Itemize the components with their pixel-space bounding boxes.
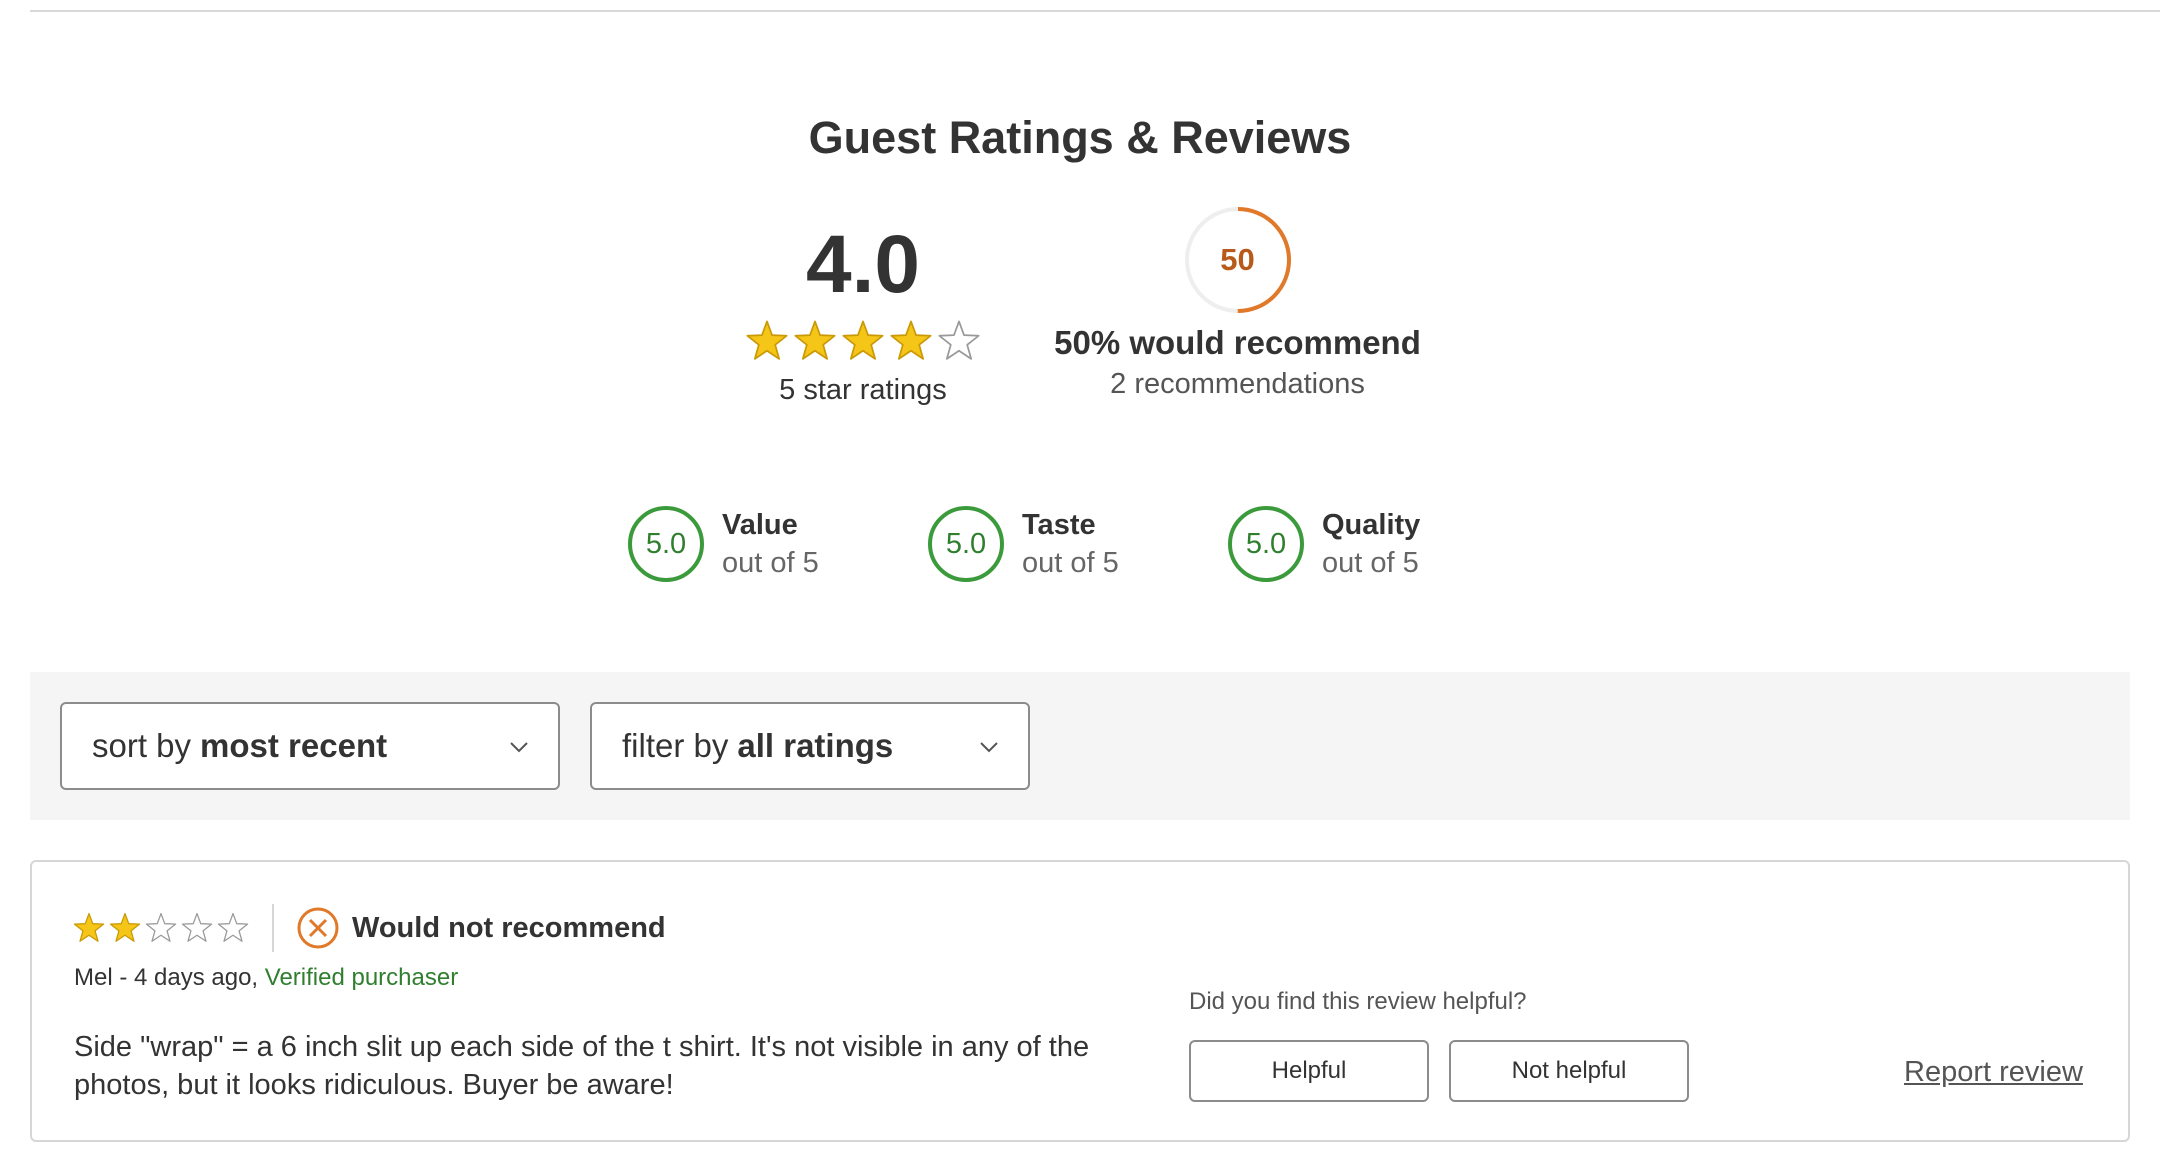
verified-badge: Verified purchaser xyxy=(264,964,459,991)
star-icon xyxy=(217,912,249,942)
sort-value: most recent xyxy=(200,727,388,764)
subrating-scale: out of 5 xyxy=(722,547,819,579)
star-icon xyxy=(181,912,213,942)
subrating-score: 5.0 xyxy=(1228,506,1304,582)
top-divider xyxy=(30,10,2160,12)
star-icon xyxy=(794,320,836,360)
review-meta: Mel - 4 days ago, Verified purchaser xyxy=(74,964,458,992)
review-header: Would not recommend xyxy=(72,904,666,952)
subrating-quality: 5.0 Quality out of 5 xyxy=(1228,506,1528,582)
rating-count: 5 star ratings xyxy=(779,374,947,406)
recommend-count: 2 recommendations xyxy=(1110,368,1365,400)
star-icon xyxy=(109,912,141,942)
helpful-button[interactable]: Helpful xyxy=(1189,1040,1429,1102)
review-header-divider xyxy=(272,904,274,952)
subratings: 5.0 Value out of 5 5.0 Taste out of 5 5.… xyxy=(628,506,1528,582)
sort-prefix: sort by xyxy=(92,727,192,764)
review-toolbar: sort by most recent filter by all rating… xyxy=(30,672,2130,820)
recommend-ring: 50 xyxy=(1182,204,1294,316)
subrating-name: Value xyxy=(722,509,798,541)
filter-value: all ratings xyxy=(737,727,894,764)
overall-stars xyxy=(736,318,990,364)
subrating-value: 5.0 Value out of 5 xyxy=(628,506,928,582)
x-circle-icon xyxy=(297,907,339,949)
recommend-headline: 50% would recommend xyxy=(1054,324,1421,361)
review-author: Mel - 4 days ago, xyxy=(74,964,259,991)
review-card: Would not recommend Mel - 4 days ago, Ve… xyxy=(30,860,2130,1142)
subrating-name: Taste xyxy=(1022,509,1096,541)
filter-select[interactable]: filter by all ratings xyxy=(590,702,1030,790)
recommend-status: Would not recommend xyxy=(352,911,666,944)
chevron-down-icon xyxy=(980,742,998,753)
subrating-scale: out of 5 xyxy=(1322,547,1419,579)
filter-prefix: filter by xyxy=(622,727,729,764)
star-icon xyxy=(938,320,980,360)
review-stars xyxy=(72,911,250,945)
overall-rating: 4.0 5 star ratings xyxy=(736,220,990,407)
star-icon xyxy=(145,912,177,942)
not-helpful-button[interactable]: Not helpful xyxy=(1449,1040,1689,1102)
star-icon xyxy=(73,912,105,942)
subrating-name: Quality xyxy=(1322,509,1421,541)
subrating-taste: 5.0 Taste out of 5 xyxy=(928,506,1228,582)
helpful-question: Did you find this review helpful? xyxy=(1189,988,1527,1015)
subrating-score: 5.0 xyxy=(928,506,1004,582)
chevron-down-icon xyxy=(510,742,528,753)
reviews-page: Guest Ratings & Reviews 4.0 5 star ratin… xyxy=(0,0,2160,1158)
subrating-score: 5.0 xyxy=(628,506,704,582)
recommend-percent: 50 xyxy=(1220,242,1255,277)
recommend-summary: 50 50% would recommend 2 recommendations xyxy=(1040,204,1435,401)
review-body: Side "wrap" = a 6 inch slit up each side… xyxy=(74,1031,1090,1101)
star-icon xyxy=(890,320,932,360)
subrating-scale: out of 5 xyxy=(1022,547,1119,579)
report-review-link[interactable]: Report review xyxy=(1904,1056,2083,1089)
sort-select[interactable]: sort by most recent xyxy=(60,702,560,790)
star-icon xyxy=(746,320,788,360)
star-icon xyxy=(842,320,884,360)
page-title: Guest Ratings & Reviews xyxy=(808,112,1352,163)
overall-score: 4.0 xyxy=(806,219,920,310)
